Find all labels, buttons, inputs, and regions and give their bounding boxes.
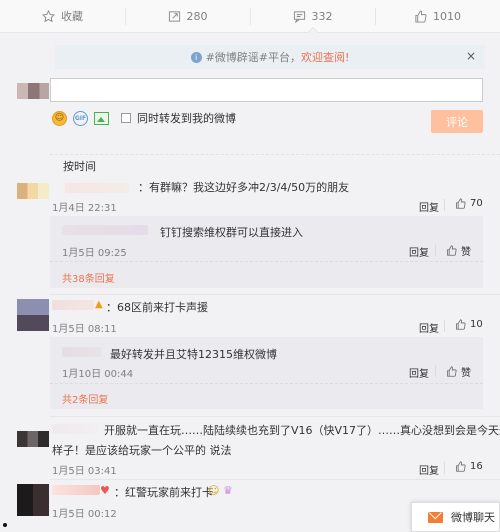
chat-label: 微博聊天 (451, 511, 495, 524)
info-icon: i (190, 51, 202, 63)
divider (444, 462, 445, 474)
like-count: 70 (470, 198, 483, 209)
star-icon (42, 9, 55, 22)
notice-link[interactable]: 欢迎查阅! (301, 49, 349, 65)
reply-time: 1月5日 09:25 (62, 248, 127, 259)
reply-text: 最好转发并且艾特12315维权微博 (110, 348, 277, 361)
reply-button[interactable]: 回复 (419, 199, 439, 214)
cursor-dot (3, 523, 7, 527)
emoji-sticker-icon: ☺ (208, 484, 220, 497)
thumbs-up-icon (456, 198, 466, 209)
reply-time: 1月10日 00:44 (62, 369, 134, 380)
avatar[interactable] (17, 299, 49, 331)
divider (444, 199, 445, 211)
like-count: 16 (470, 461, 483, 472)
thumbs-up-icon (447, 366, 457, 377)
comment-panel: i #微博辟谣#平台， 欢迎查阅! × ☺ GIF 同时转发到我的微博 评论 按… (0, 33, 500, 532)
comment-icon (293, 10, 305, 23)
image-icon[interactable] (94, 111, 109, 125)
rumor-notice: i #微博辟谣#平台， 欢迎查阅! × (55, 45, 485, 69)
divider (50, 294, 500, 295)
username-blurred[interactable] (52, 485, 100, 495)
notice-text: #微博辟谣#平台， (205, 51, 301, 64)
reply-button[interactable]: 回复 (419, 462, 439, 477)
divider (50, 416, 500, 417)
avatar[interactable] (17, 431, 49, 447)
comment-like-button[interactable]: 70 (455, 198, 483, 209)
action-bar: 收藏 280 332 1010 (0, 0, 500, 33)
thumbs-up-icon (456, 319, 466, 330)
reply-text: 钉钉搜索维权群可以直接进入 (160, 226, 303, 239)
divider (444, 320, 445, 332)
repost-button[interactable]: 280 (125, 0, 250, 32)
divider (50, 154, 500, 155)
sort-by-time[interactable]: 按时间 (63, 158, 96, 174)
reply-button[interactable]: 回复 (409, 365, 429, 380)
close-icon[interactable]: × (466, 49, 476, 63)
mail-icon (428, 511, 443, 523)
divider (435, 365, 436, 377)
also-repost-checkbox[interactable] (121, 113, 131, 123)
also-repost-label: 同时转发到我的微博 (137, 112, 236, 125)
like-count: 10 (470, 319, 483, 330)
fire-icon: ▲ (95, 299, 103, 310)
favorite-label: 收藏 (61, 10, 83, 23)
emoji-sticker-icon: ♛ (223, 484, 233, 497)
like-button[interactable]: 1010 (375, 0, 500, 32)
comment-like-button[interactable]: 10 (455, 319, 483, 330)
avatar[interactable] (17, 484, 49, 516)
repost-icon (168, 10, 180, 22)
weibo-chat-tab[interactable]: 微博聊天 (411, 502, 500, 532)
thumbs-up-icon (415, 9, 427, 23)
comment-time: 1月5日 08:11 (52, 324, 117, 335)
like-count: 1010 (433, 9, 461, 23)
reply-like-button[interactable]: 赞 (446, 243, 471, 258)
emoji-icon[interactable]: ☺ (52, 110, 67, 126)
emoji-sticker-icon: ♥ (100, 484, 110, 497)
divider (50, 261, 483, 262)
comment-time: 1月4日 22:31 (52, 203, 117, 214)
favorite-button[interactable]: 收藏 (0, 0, 125, 32)
repost-count: 280 (186, 9, 208, 23)
thumbs-up-icon (447, 245, 457, 256)
like-label: 赞 (461, 368, 471, 379)
username-blurred[interactable] (52, 300, 94, 310)
comment-text: ：68区前来打卡声援 (106, 301, 208, 314)
more-replies-link[interactable]: 共38条回复 (62, 270, 115, 285)
comment-text-line1: 开服就一直在玩……陆陆续续也充到了V16（快V17了）……真心没想到会是今天这个 (104, 424, 500, 437)
comment-text: ：有群嘛？我这边好多冲2/3/4/50万的朋友 (138, 181, 350, 194)
comment-input[interactable] (50, 78, 483, 102)
username-blurred[interactable] (65, 183, 129, 193)
gif-icon[interactable]: GIF (73, 110, 88, 126)
reply-button[interactable]: 回复 (409, 244, 429, 259)
comment-text-line2: 样子！是应该给玩家一个公平的 说法 (52, 444, 232, 457)
my-avatar[interactable] (17, 83, 49, 99)
comment-time: 1月5日 00:12 (52, 509, 117, 520)
comment-like-button[interactable]: 16 (455, 461, 483, 472)
divider (50, 479, 500, 480)
avatar[interactable] (17, 183, 49, 199)
reply-button[interactable]: 回复 (419, 320, 439, 335)
username-blurred[interactable] (62, 347, 102, 357)
comment-count: 332 (311, 9, 333, 23)
composer-tools: ☺ GIF 同时转发到我的微博 (52, 110, 236, 126)
comment-text: ：红警玩家前来打卡 (114, 486, 213, 499)
username-blurred[interactable] (62, 225, 148, 235)
like-label: 赞 (461, 247, 471, 258)
divider (435, 244, 436, 256)
username-blurred[interactable] (52, 424, 98, 434)
comment-time: 1月5日 03:41 (52, 466, 117, 477)
more-replies-link[interactable]: 共2条回复 (62, 391, 108, 406)
submit-comment-button[interactable]: 评论 (431, 110, 483, 133)
thumbs-up-icon (456, 461, 466, 472)
reply-like-button[interactable]: 赞 (446, 364, 471, 379)
divider (50, 383, 483, 384)
